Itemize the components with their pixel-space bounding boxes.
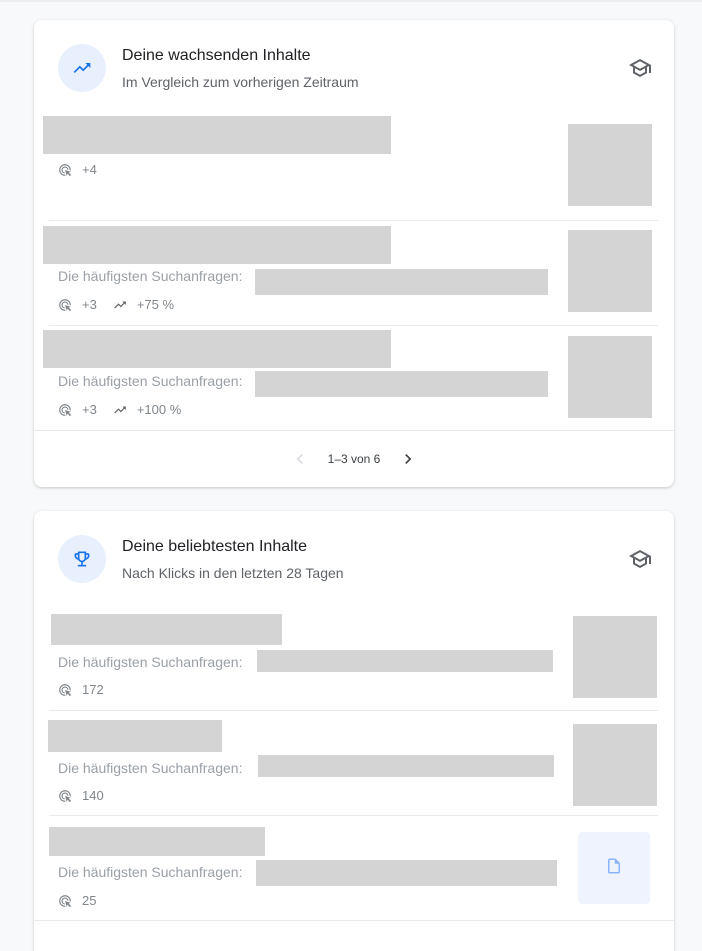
- top-divider: [0, 0, 702, 2]
- query-placeholder: [256, 860, 557, 886]
- divider: [49, 710, 658, 711]
- list-item[interactable]: Die häufigsten Suchanfragen: 172: [34, 614, 674, 710]
- top-queries-label: Die häufigsten Suchanfragen:: [58, 864, 243, 880]
- growing-content-card: Deine wachsenden Inhalte Im Vergleich zu…: [34, 20, 674, 487]
- click-icon: [58, 789, 72, 803]
- page-thumbnail: [573, 616, 657, 698]
- metrics: +4: [58, 162, 97, 177]
- metrics: +3 +100 %: [58, 402, 181, 417]
- clicks-value: 172: [82, 682, 104, 697]
- page-thumbnail: [573, 724, 657, 806]
- card-title: Deine wachsenden Inhalte: [122, 47, 311, 64]
- growth-value: +100 %: [136, 402, 182, 417]
- page-thumbnail: [568, 230, 652, 312]
- click-icon: [58, 298, 72, 312]
- clicks-value: +3: [82, 297, 97, 312]
- click-icon: [58, 683, 72, 697]
- card-header: Deine wachsenden Inhalte Im Vergleich zu…: [34, 20, 674, 116]
- page-thumbnail-fallback: [578, 832, 650, 904]
- page-title-placeholder: [48, 720, 222, 752]
- document-icon: [605, 857, 623, 880]
- trending-up-icon: [113, 298, 127, 312]
- trending-up-icon: [58, 44, 106, 92]
- divider: [34, 920, 674, 921]
- click-icon: [58, 894, 72, 908]
- page-title-placeholder: [43, 116, 391, 154]
- top-queries-label: Die häufigsten Suchanfragen:: [58, 268, 243, 284]
- trophy-icon: [58, 535, 106, 583]
- metrics: 140: [58, 788, 104, 803]
- clicks-value: 140: [82, 788, 104, 803]
- metrics: 172: [58, 682, 104, 697]
- page-thumbnail: [568, 124, 652, 206]
- metrics: +3 +75 %: [58, 297, 174, 312]
- popular-content-card: Deine beliebtesten Inhalte Nach Klicks i…: [34, 511, 674, 951]
- list-item[interactable]: Die häufigsten Suchanfragen: +3 +100 %: [34, 330, 674, 430]
- chevron-right-icon: [405, 454, 412, 464]
- card-title: Deine beliebtesten Inhalte: [122, 538, 308, 555]
- page-title-placeholder: [51, 614, 282, 645]
- divider: [49, 815, 658, 816]
- top-queries-label: Die häufigsten Suchanfragen:: [58, 373, 243, 389]
- query-placeholder: [255, 269, 548, 295]
- card-subtitle: Nach Klicks in den letzten 28 Tagen: [122, 565, 344, 581]
- click-icon: [58, 403, 72, 417]
- pagination-range: 1–3 von 6: [327, 452, 381, 466]
- clicks-value: +4: [82, 162, 97, 177]
- card-subtitle: Im Vergleich zum vorherigen Zeitraum: [122, 74, 359, 90]
- next-page-button[interactable]: [394, 445, 422, 473]
- chevron-left-icon: [296, 454, 303, 464]
- top-queries-label: Die häufigsten Suchanfragen:: [58, 654, 243, 670]
- divider: [49, 220, 658, 221]
- pagination: 1–3 von 6: [34, 431, 674, 487]
- page-title-placeholder: [49, 827, 265, 856]
- clicks-value: +3: [82, 402, 97, 417]
- school-icon[interactable]: [626, 54, 654, 82]
- page-thumbnail: [568, 336, 652, 418]
- card-header: Deine beliebtesten Inhalte Nach Klicks i…: [34, 511, 674, 607]
- query-placeholder: [257, 650, 553, 672]
- list-item[interactable]: Die häufigsten Suchanfragen: 25: [34, 827, 674, 921]
- click-icon: [58, 163, 72, 177]
- query-placeholder: [258, 755, 554, 777]
- metrics: 25: [58, 893, 96, 908]
- top-queries-label: Die häufigsten Suchanfragen:: [58, 760, 243, 776]
- clicks-value: 25: [82, 893, 97, 908]
- page-title-placeholder: [43, 226, 391, 264]
- growth-value: +75 %: [136, 297, 175, 312]
- trending-up-icon: [113, 403, 127, 417]
- page-title-placeholder: [43, 330, 391, 368]
- list-item[interactable]: Die häufigsten Suchanfragen: 140: [34, 720, 674, 815]
- list-item[interactable]: Die häufigsten Suchanfragen: +3 +75 %: [34, 226, 674, 325]
- divider: [49, 325, 658, 326]
- query-placeholder: [255, 371, 548, 397]
- previous-page-button[interactable]: [286, 445, 314, 473]
- list-item[interactable]: +4: [34, 116, 674, 220]
- school-icon[interactable]: [626, 545, 654, 573]
